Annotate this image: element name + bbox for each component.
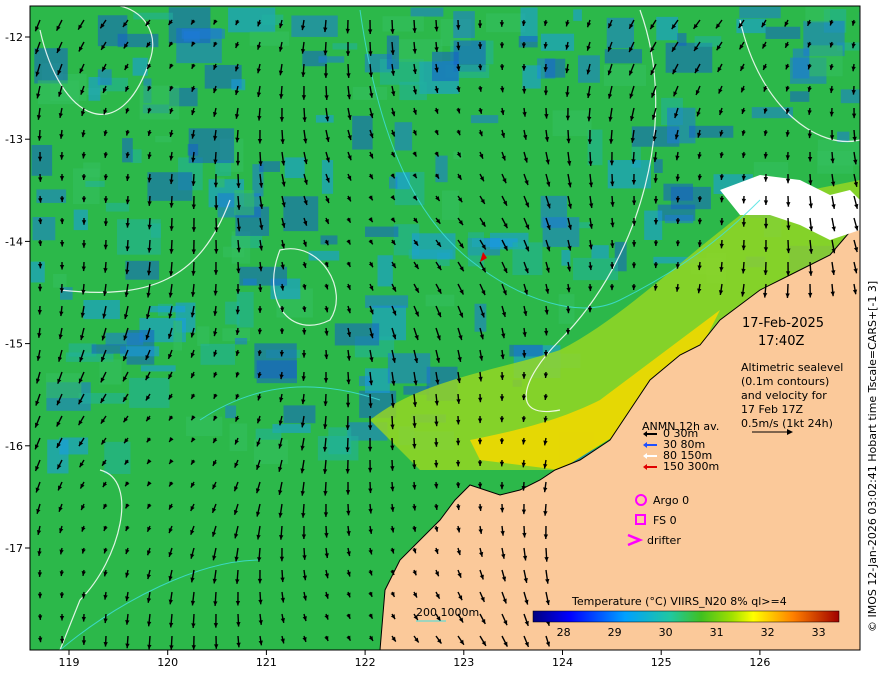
y-tick-label: -16 (5, 440, 23, 453)
time-label: 17:40Z (758, 334, 804, 349)
copyright: © IMOS 12-Jan-2026 03:02:41 Hobart time … (866, 281, 879, 632)
colorbar-tick-label: 28 (557, 626, 571, 639)
colorbar-tick-label: 32 (761, 626, 775, 639)
colorbar-tick-label: 33 (812, 626, 826, 639)
y-axis: -12 -13 -14 -15 -16 -17 (5, 31, 30, 555)
x-axis: 119 120 121 122 123 124 125 126 (59, 650, 770, 669)
svg-text:drifter: drifter (647, 534, 681, 547)
anmn-item-label: 150 300m (663, 460, 719, 473)
depth-label: 200 1000m (416, 606, 479, 619)
colorbar (532, 610, 840, 623)
y-tick-label: -12 (5, 31, 23, 44)
x-tick-label: 121 (256, 656, 277, 669)
y-tick-label: -17 (5, 542, 23, 555)
x-tick-label: 125 (651, 656, 672, 669)
x-tick-label: 126 (749, 656, 770, 669)
y-tick-label: -14 (5, 235, 23, 248)
colorbar-tick-label: 31 (710, 626, 724, 639)
svg-text:and velocity for: and velocity for (741, 389, 827, 402)
x-tick-label: 123 (453, 656, 474, 669)
svg-text:17 Feb 17Z: 17 Feb 17Z (741, 403, 803, 416)
svg-text:Altimetric sealevel: Altimetric sealevel (741, 361, 843, 374)
colorbar-tick-label: 29 (608, 626, 622, 639)
date-label: 17-Feb-2025 (742, 316, 824, 331)
x-tick-label: 124 (552, 656, 573, 669)
svg-text:Argo 0: Argo 0 (653, 494, 689, 507)
svg-text:0.5m/s (1kt 24h): 0.5m/s (1kt 24h) (741, 417, 833, 430)
x-tick-label: 122 (355, 656, 376, 669)
colorbar-title: Temperature (°C) VIIRS_N20 8% ql>=4 (571, 595, 787, 608)
y-tick-label: -13 (5, 133, 23, 146)
svg-text:FS 0: FS 0 (653, 514, 677, 527)
x-tick-label: 119 (59, 656, 80, 669)
y-tick-label: -15 (5, 338, 23, 351)
colorbar-tick-label: 30 (659, 626, 673, 639)
svg-text:(0.1m contours): (0.1m contours) (741, 375, 829, 388)
x-tick-label: 120 (157, 656, 178, 669)
sst-map: 119 120 121 122 123 124 125 126 -12 -13 -14 -15 -16… (5, 5, 879, 669)
